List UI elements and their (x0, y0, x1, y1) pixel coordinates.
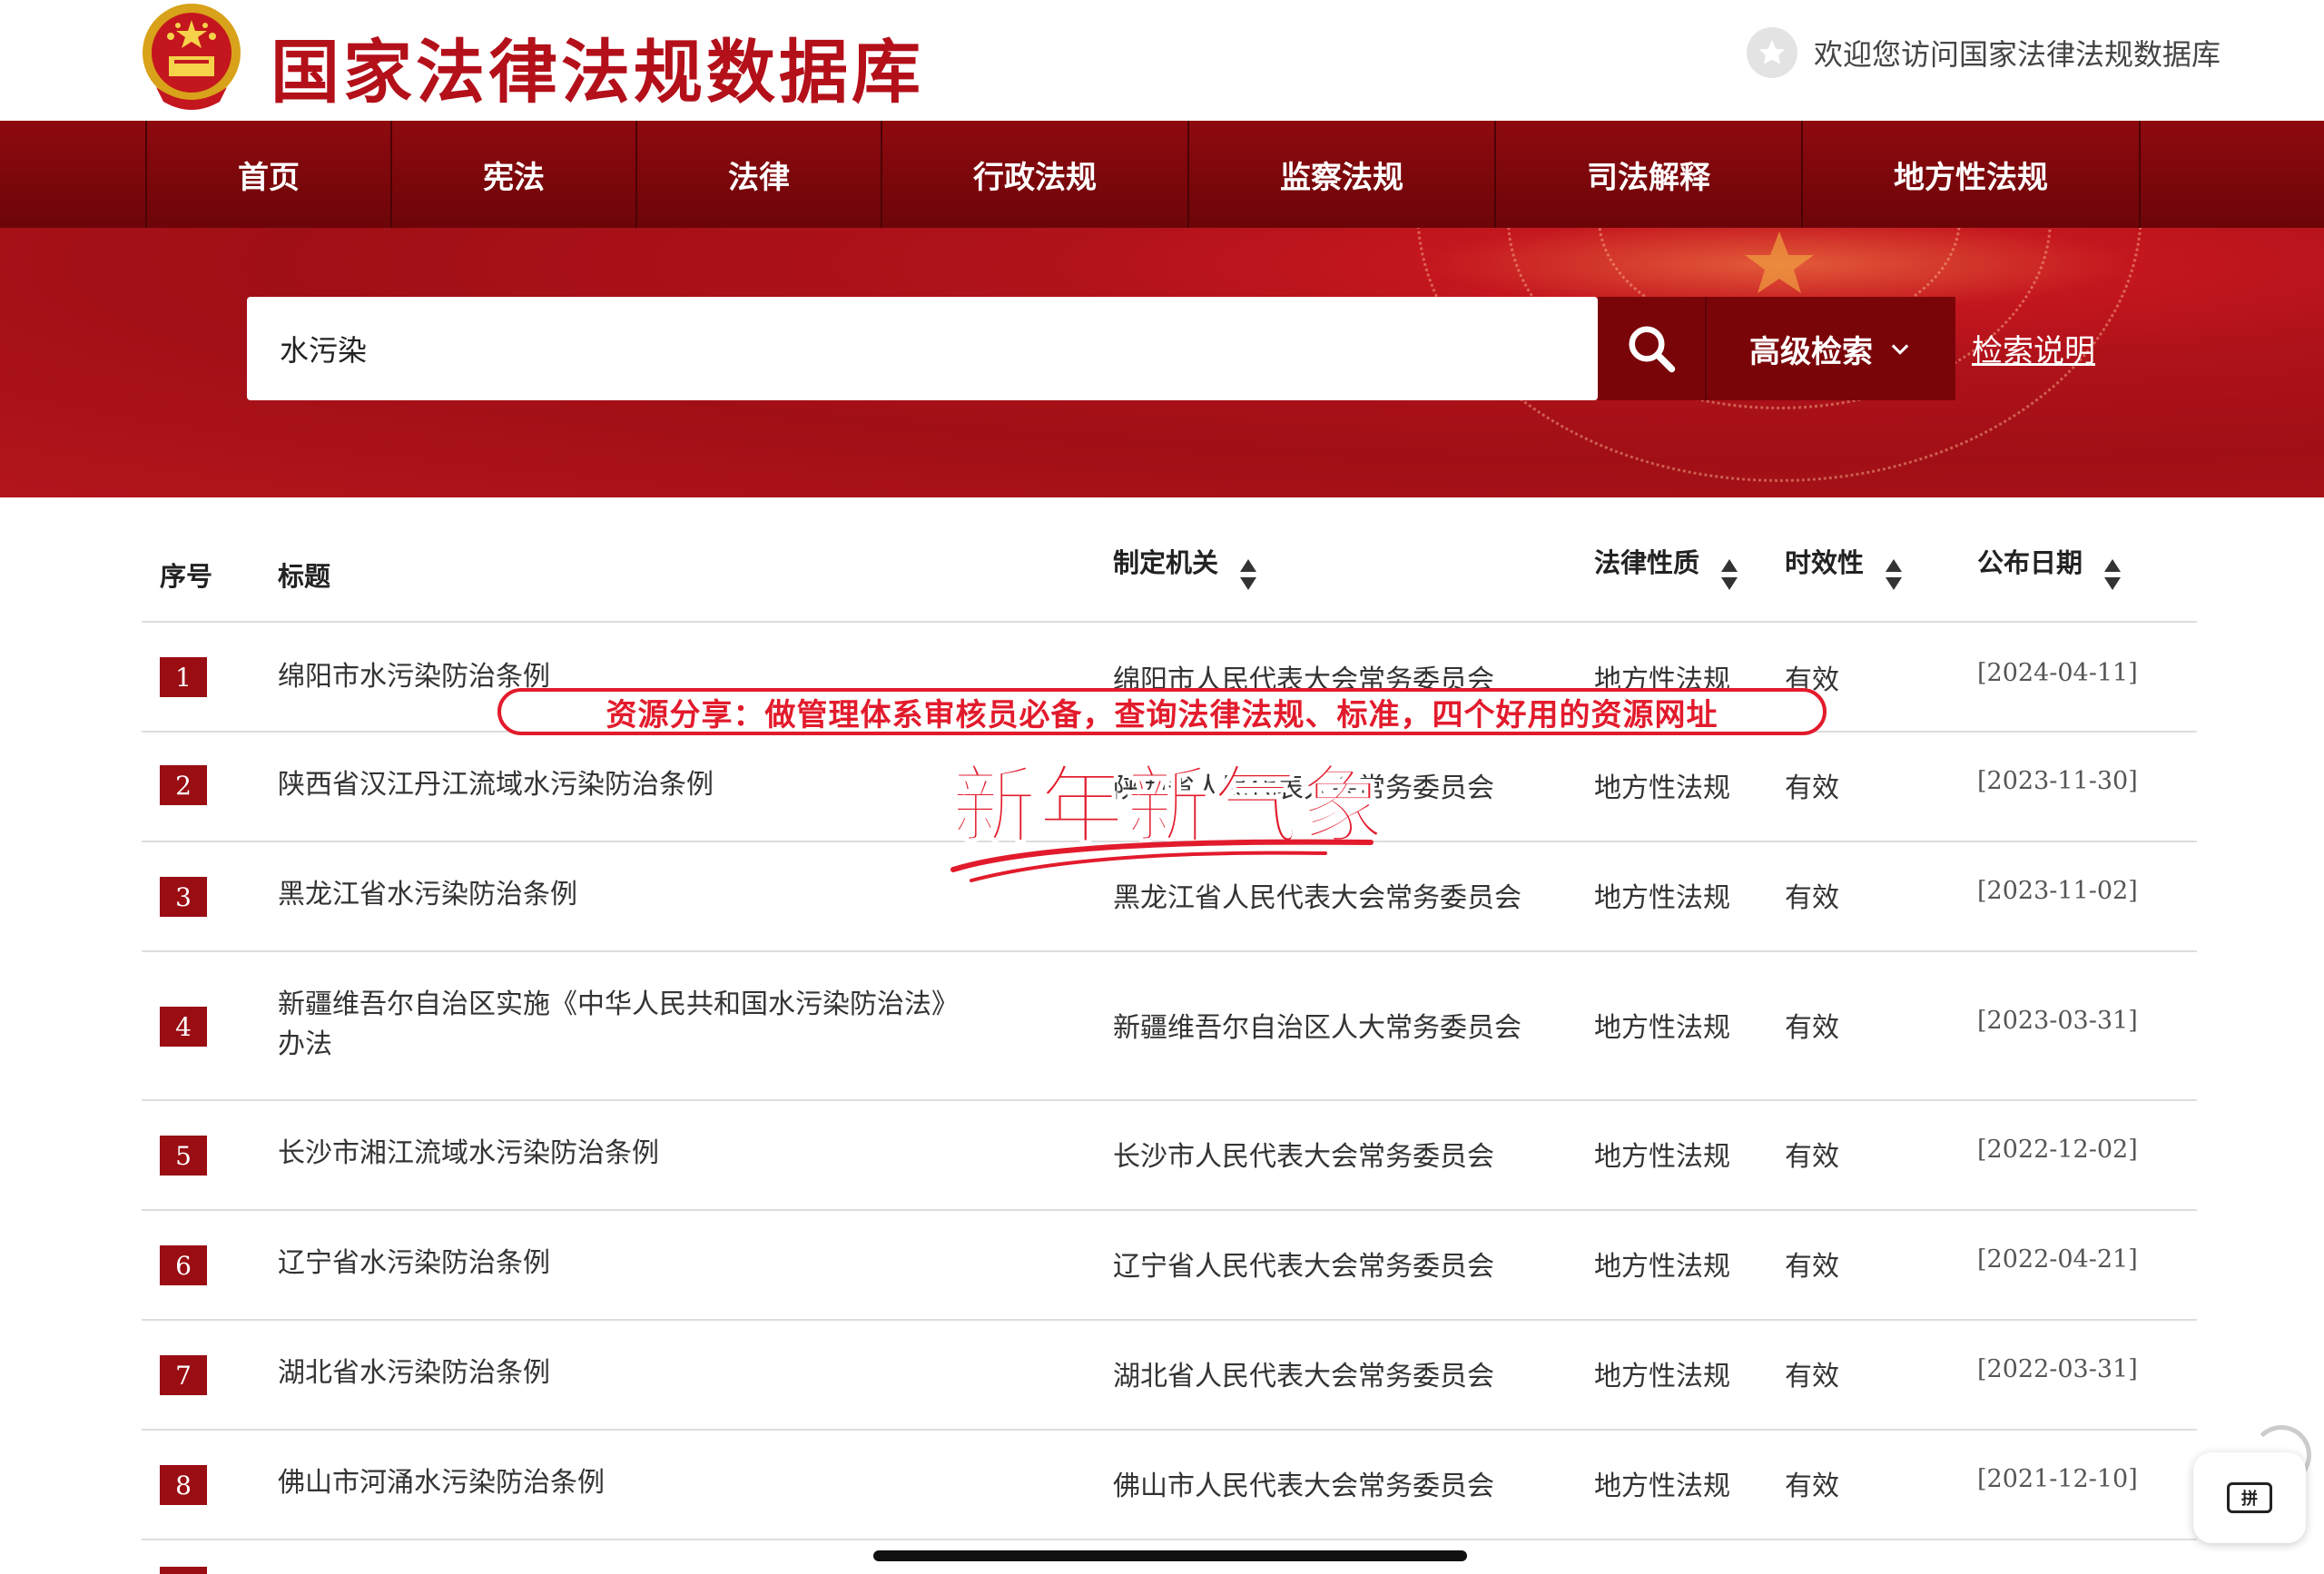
brush-stroke-decoration (950, 839, 1374, 882)
next-row-peek (160, 1567, 207, 1574)
row-date: [2022-04-21] (1977, 1245, 2138, 1274)
row-org: 长沙市人民代表大会常务委员会 (1113, 1141, 1494, 1173)
table-row[interactable]: 5 长沙市湘江流域水污染防治条例 长沙市人民代表大会常务委员会 地方性法规 有效… (142, 1101, 2197, 1211)
row-index-badge: 4 (160, 1007, 207, 1047)
column-header-date[interactable]: 公布日期 (1977, 530, 2122, 592)
search-banner: 高级检索 检索说明 (0, 228, 2324, 497)
sort-icon[interactable] (2102, 557, 2122, 592)
site-header: 国家法律法规数据库 欢迎您访问国家法律法规数据库 (0, 0, 2324, 121)
row-title-link[interactable]: 长沙市湘江流域水污染防治条例 (278, 1134, 986, 1174)
column-header-org[interactable]: 制定机关 (1113, 530, 1258, 592)
row-date: [2024-04-11] (1977, 659, 2138, 687)
row-validity: 有效 (1785, 772, 1839, 804)
search-help-link[interactable]: 检索说明 (1972, 326, 2095, 370)
ime-toggle-button[interactable]: 拼 (2193, 1452, 2306, 1543)
advanced-search-button[interactable]: 高级检索 (1705, 297, 1955, 400)
sort-icon[interactable] (1884, 557, 1904, 592)
row-index-badge: 6 (160, 1245, 207, 1285)
row-validity: 有效 (1785, 882, 1839, 914)
column-header-nature[interactable]: 法律性质 (1594, 530, 1739, 592)
row-nature: 地方性法规 (1594, 1361, 1730, 1392)
row-date: [2021-12-10] (1977, 1465, 2138, 1493)
welcome-text: 欢迎您访问国家法律法规数据库 (1814, 37, 2221, 72)
nav-item-supervisory-regulations[interactable]: 监察法规 (1187, 121, 1494, 228)
row-org: 辽宁省人民代表大会常务委员会 (1113, 1251, 1494, 1283)
nav-item-local-regulations[interactable]: 地方性法规 (1801, 121, 2141, 228)
row-org: 湖北省人民代表大会常务委员会 (1113, 1361, 1494, 1392)
table-row[interactable]: 7 湖北省水污染防治条例 湖北省人民代表大会常务委员会 地方性法规 有效 [20… (142, 1321, 2197, 1431)
search-input[interactable] (280, 331, 1598, 366)
keyboard-icon: 拼 (2227, 1482, 2272, 1513)
row-validity: 有效 (1785, 1251, 1839, 1283)
search-icon (1629, 326, 1676, 373)
row-title-link[interactable]: 佛山市河涌水污染防治条例 (278, 1463, 986, 1503)
row-index-badge: 1 (160, 657, 207, 697)
search-button[interactable] (1598, 297, 1705, 400)
promo-banner: 资源分享：做管理体系审核员必备，查询法律法规、标准，四个好用的资源网址 (497, 688, 1827, 735)
row-index-badge: 2 (160, 765, 207, 805)
row-index-badge: 8 (160, 1465, 207, 1505)
results-table-header: 序号 标题 制定机关 法律性质 时效性 公布日期 (142, 497, 2197, 623)
row-nature: 地方性法规 (1594, 1471, 1730, 1502)
star-icon (1747, 27, 1797, 78)
row-nature: 地方性法规 (1594, 1251, 1730, 1283)
table-row[interactable]: 6 辽宁省水污染防治条例 辽宁省人民代表大会常务委员会 地方性法规 有效 [20… (142, 1211, 2197, 1321)
row-title-link[interactable]: 新疆维吾尔自治区实施《中华人民共和国水污染防治法》办法 (278, 985, 968, 1065)
column-header-validity-label: 时效性 (1785, 547, 1865, 578)
row-title-link[interactable]: 陕西省汉江丹江流域水污染防治条例 (278, 765, 986, 805)
row-nature: 地方性法规 (1594, 772, 1730, 804)
national-emblem-icon (143, 4, 241, 110)
row-title-link[interactable]: 辽宁省水污染防治条例 (278, 1244, 986, 1284)
nav-item-judicial-interpretation[interactable]: 司法解释 (1494, 121, 1801, 228)
row-org: 新疆维吾尔自治区人大常务委员会 (1113, 1012, 1521, 1044)
column-header-validity[interactable]: 时效性 (1785, 530, 1904, 592)
main-nav: 首页 宪法 法律 行政法规 监察法规 司法解释 地方性法规 (0, 121, 2324, 228)
row-org: 佛山市人民代表大会常务委员会 (1113, 1471, 1494, 1502)
promo-text: 资源分享：做管理体系审核员必备，查询法律法规、标准，四个好用的资源网址 (606, 696, 1718, 733)
row-date: [2023-11-02] (1977, 877, 2138, 905)
row-validity: 有效 (1785, 1471, 1839, 1502)
table-row[interactable]: 4 新疆维吾尔自治区实施《中华人民共和国水污染防治法》办法 新疆维吾尔自治区人大… (142, 952, 2197, 1101)
column-header-org-label: 制定机关 (1113, 547, 1219, 578)
site-title: 国家法律法规数据库 (271, 32, 924, 113)
sort-icon[interactable] (1238, 557, 1258, 592)
table-row[interactable]: 8 佛山市河涌水污染防治条例 佛山市人民代表大会常务委员会 地方性法规 有效 [… (142, 1431, 2197, 1540)
row-date: [2022-12-02] (1977, 1136, 2138, 1164)
row-validity: 有效 (1785, 1141, 1839, 1173)
row-validity: 有效 (1785, 1361, 1839, 1392)
row-nature: 地方性法规 (1594, 1141, 1730, 1173)
sort-icon[interactable] (1719, 557, 1739, 592)
row-date: [2022-03-31] (1977, 1355, 2138, 1383)
column-header-index: 序号 (160, 561, 213, 592)
row-title-link[interactable]: 黑龙江省水污染防治条例 (278, 875, 986, 915)
nav-item-law[interactable]: 法律 (635, 121, 881, 228)
nav-item-administrative-regulations[interactable]: 行政法规 (881, 121, 1187, 228)
welcome-banner: 欢迎您访问国家法律法规数据库 (1747, 25, 2221, 80)
row-index-badge: 3 (160, 877, 207, 917)
home-indicator[interactable] (873, 1550, 1467, 1561)
row-validity: 有效 (1785, 1012, 1839, 1044)
banner-star-icon (1745, 231, 1814, 293)
row-title-link[interactable]: 湖北省水污染防治条例 (278, 1353, 986, 1393)
row-index-badge: 7 (160, 1355, 207, 1395)
row-nature: 地方性法规 (1594, 1012, 1730, 1044)
nav-item-home[interactable]: 首页 (145, 121, 390, 228)
row-nature: 地方性法规 (1594, 882, 1730, 914)
column-header-title: 标题 (278, 561, 331, 592)
row-date: [2023-11-30] (1977, 767, 2138, 795)
ime-label: 拼 (2241, 1490, 2258, 1509)
search-field[interactable] (247, 297, 1598, 400)
row-index-badge: 5 (160, 1136, 207, 1176)
chevron-down-icon (1891, 344, 1909, 355)
nav-item-constitution[interactable]: 宪法 (390, 121, 635, 228)
column-header-nature-label: 法律性质 (1594, 547, 1700, 578)
column-header-date-label: 公布日期 (1977, 547, 2083, 578)
row-date: [2023-03-31] (1977, 1007, 2138, 1035)
advanced-search-label: 高级检索 (1749, 333, 1873, 370)
